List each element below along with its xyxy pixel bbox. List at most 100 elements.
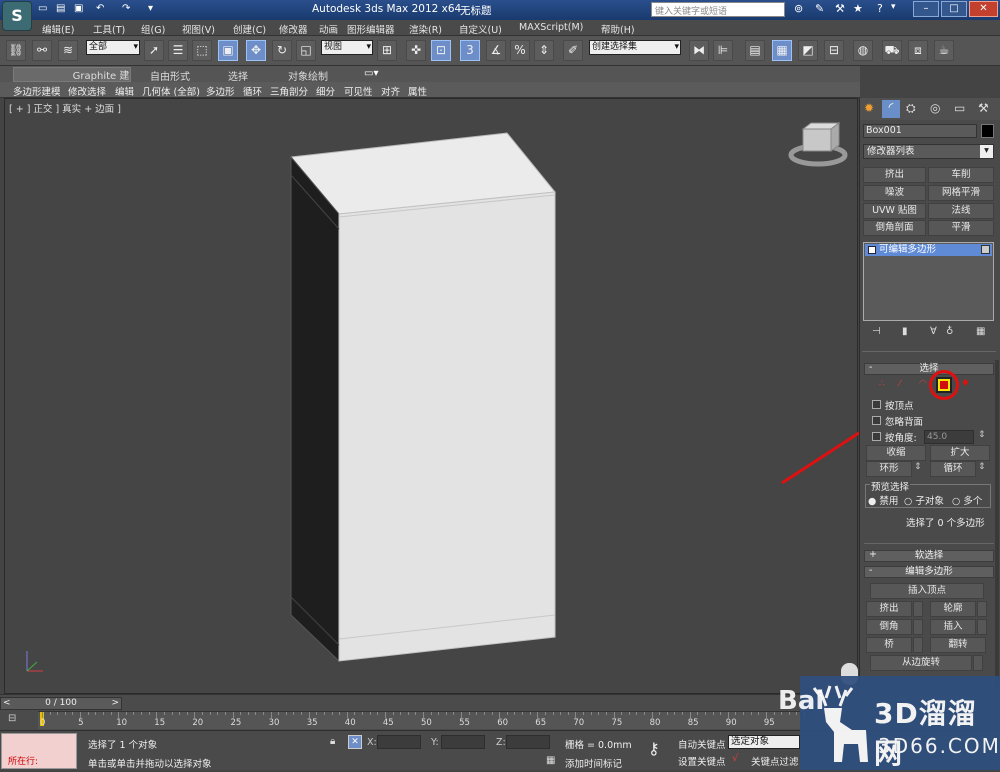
close-button[interactable]: ✕ <box>969 1 998 17</box>
modifier-uvw-map-button[interactable]: UVW 贴图 <box>863 203 926 219</box>
angle-snap-icon[interactable]: ∡ <box>486 40 506 61</box>
hinge-settings-icon[interactable] <box>973 655 983 671</box>
help-icon[interactable]: ? <box>877 2 883 15</box>
modifier-lathe-button[interactable]: 车削 <box>928 167 994 183</box>
tab-graphite-modeling[interactable]: Graphite 建模工具 <box>13 67 131 95</box>
help-dropdown-icon[interactable]: ▾ <box>891 2 896 12</box>
soft-selection-rollout-header[interactable]: + 软选择 <box>864 550 994 562</box>
angle-spinner[interactable]: 45.0 <box>924 430 974 444</box>
tab-object-paint[interactable]: 对象绘制 <box>288 68 328 83</box>
named-selection-dropdown[interactable]: 创建选择集 ▾ <box>589 40 681 55</box>
ribbon-edit[interactable]: 编辑 <box>115 84 134 98</box>
ribbon-modify-selection[interactable]: 修改选择 <box>68 84 106 98</box>
select-and-scale-icon[interactable]: ◱ <box>296 40 316 61</box>
mirror-icon[interactable]: ⧓ <box>689 40 709 61</box>
show-end-result-icon[interactable]: ▮ <box>902 326 908 337</box>
x-coordinate-field[interactable] <box>377 735 421 749</box>
make-unique-icon[interactable]: ∀ <box>930 326 937 337</box>
angle-spinner-arrows-icon[interactable]: ⇕ <box>978 430 986 440</box>
menu-edit[interactable]: 编辑(E) <box>42 22 74 36</box>
edit-polygons-rollout-header[interactable]: - 编辑多边形 <box>864 566 994 578</box>
rendered-frame-window-icon[interactable]: ⧈ <box>908 40 928 61</box>
box-left-face[interactable] <box>290 155 340 663</box>
create-tab-icon[interactable]: ✹ <box>864 101 874 115</box>
viewcube-icon[interactable] <box>788 122 848 167</box>
outline-button[interactable]: 轮廓 <box>930 601 976 617</box>
menu-animation[interactable]: 动画 <box>319 22 338 36</box>
snaps-toggle-icon[interactable]: 3 <box>460 40 480 61</box>
curve-editor-icon[interactable]: ◩ <box>798 40 818 61</box>
outline-settings-icon[interactable] <box>977 601 987 617</box>
modifier-smooth-button[interactable]: 平滑 <box>928 220 994 236</box>
save-file-icon[interactable]: ▣ <box>74 3 83 14</box>
lock-selection-icon[interactable]: 🔒︎ <box>330 736 335 747</box>
ribbon-tris[interactable]: 三角剖分 <box>270 84 308 98</box>
edit-named-selection-icon[interactable]: ✐ <box>563 40 583 61</box>
maxscript-listener[interactable]: 所在行: <box>1 733 77 769</box>
pin-stack-icon[interactable]: ⊣ <box>872 326 881 337</box>
redo-icon[interactable]: ↷ <box>122 3 130 14</box>
select-and-manipulate-icon[interactable]: ✜ <box>406 40 426 61</box>
modifier-bevel-profile-button[interactable]: 倒角剖面 <box>863 220 926 236</box>
loop-button[interactable]: 循环 <box>930 461 976 477</box>
insert-vertex-button[interactable]: 插入顶点 <box>870 583 984 599</box>
ribbon-geometry-all[interactable]: 几何体 (全部) <box>142 84 200 98</box>
menu-create[interactable]: 创建(C) <box>233 22 266 36</box>
modifier-extrude-button[interactable]: 挤出 <box>863 167 926 183</box>
select-and-rotate-icon[interactable]: ↻ <box>272 40 292 61</box>
ribbon-visibility[interactable]: 可见性 <box>344 84 373 98</box>
material-editor-icon[interactable]: ◍ <box>853 40 873 61</box>
rectangular-selection-icon[interactable]: ⬚ <box>192 40 212 61</box>
ribbon-properties[interactable]: 属性 <box>408 84 427 98</box>
favorites-icon[interactable]: ★ <box>853 2 863 15</box>
preview-multi-radio[interactable]: ○ 多个 <box>952 493 982 507</box>
ribbon-polygon-modeling[interactable]: 多边形建模 <box>13 84 61 98</box>
ring-spinner-icon[interactable]: ⇕ <box>914 462 922 472</box>
set-key-button[interactable]: 设置关键点 <box>678 754 726 768</box>
render-setup-icon[interactable]: ⛟ <box>882 40 902 61</box>
element-mode-icon[interactable]: ♦ <box>961 378 970 389</box>
key-mode-dropdown[interactable]: 选定对象 <box>728 735 800 749</box>
auto-key-button[interactable]: 自动关键点 <box>678 737 726 751</box>
communication-icon[interactable]: ⚒ <box>835 2 845 15</box>
render-production-icon[interactable]: ☕ <box>934 40 954 61</box>
keyboard-shortcut-override-icon[interactable]: ⊡ <box>431 40 451 61</box>
modifier-noise-button[interactable]: 噪波 <box>863 185 926 201</box>
app-logo-icon[interactable]: S <box>2 1 32 31</box>
preview-off-radio[interactable]: ● 禁用 <box>868 493 898 507</box>
reference-coordinate-dropdown[interactable]: 视图 ▾ <box>321 40 373 55</box>
graphite-toggle-icon[interactable]: ▦ <box>772 40 792 61</box>
z-coordinate-field[interactable] <box>506 735 550 749</box>
motion-tab-icon[interactable]: ◎ <box>930 101 940 115</box>
menu-group[interactable]: 组(G) <box>141 22 165 36</box>
panel-scrollbar[interactable] <box>995 360 999 690</box>
stack-item-expand-icon[interactable] <box>981 245 990 254</box>
percent-snap-icon[interactable]: % <box>510 40 530 61</box>
align-icon[interactable]: ⊫ <box>713 40 733 61</box>
menu-customize[interactable]: 自定义(U) <box>459 22 502 36</box>
menu-tools[interactable]: 工具(T) <box>93 22 125 36</box>
preview-subobject-radio[interactable]: ○ 子对象 <box>904 493 944 507</box>
by-vertex-checkbox[interactable] <box>872 400 881 409</box>
menu-maxscript[interactable]: MAXScript(M) <box>519 22 583 33</box>
inset-button[interactable]: 插入 <box>930 619 976 635</box>
add-time-tag-label[interactable]: 添加时间标记 <box>565 756 622 770</box>
mini-curve-editor-icon[interactable]: ⊟ <box>8 713 16 724</box>
open-file-icon[interactable]: ▤ <box>56 3 65 14</box>
object-color-swatch[interactable] <box>981 124 994 138</box>
search-input[interactable]: 键入关键字或短语 <box>651 2 785 17</box>
select-object-icon[interactable]: ➚ <box>144 40 164 61</box>
modifier-meshsmooth-button[interactable]: 网格平滑 <box>928 185 994 201</box>
modifier-normal-button[interactable]: 法线 <box>928 203 994 219</box>
menu-graph-editors[interactable]: 图形编辑器 <box>347 22 395 36</box>
remove-modifier-icon[interactable]: ♁ <box>946 326 953 337</box>
binoculars-icon[interactable]: ⊚ <box>794 2 803 15</box>
utilities-tab-icon[interactable]: ⚒ <box>978 101 989 115</box>
modify-tab-icon[interactable]: ◜ <box>882 100 900 118</box>
hierarchy-tab-icon[interactable]: ⛭ <box>906 101 916 116</box>
bevel-settings-icon[interactable] <box>913 619 923 635</box>
undo-icon[interactable]: ↶ <box>96 3 104 14</box>
maximize-button[interactable]: □ <box>941 1 967 17</box>
new-file-icon[interactable]: ▭ <box>38 3 47 14</box>
stack-item-editable-poly[interactable]: 可编辑多边形 <box>865 244 992 256</box>
